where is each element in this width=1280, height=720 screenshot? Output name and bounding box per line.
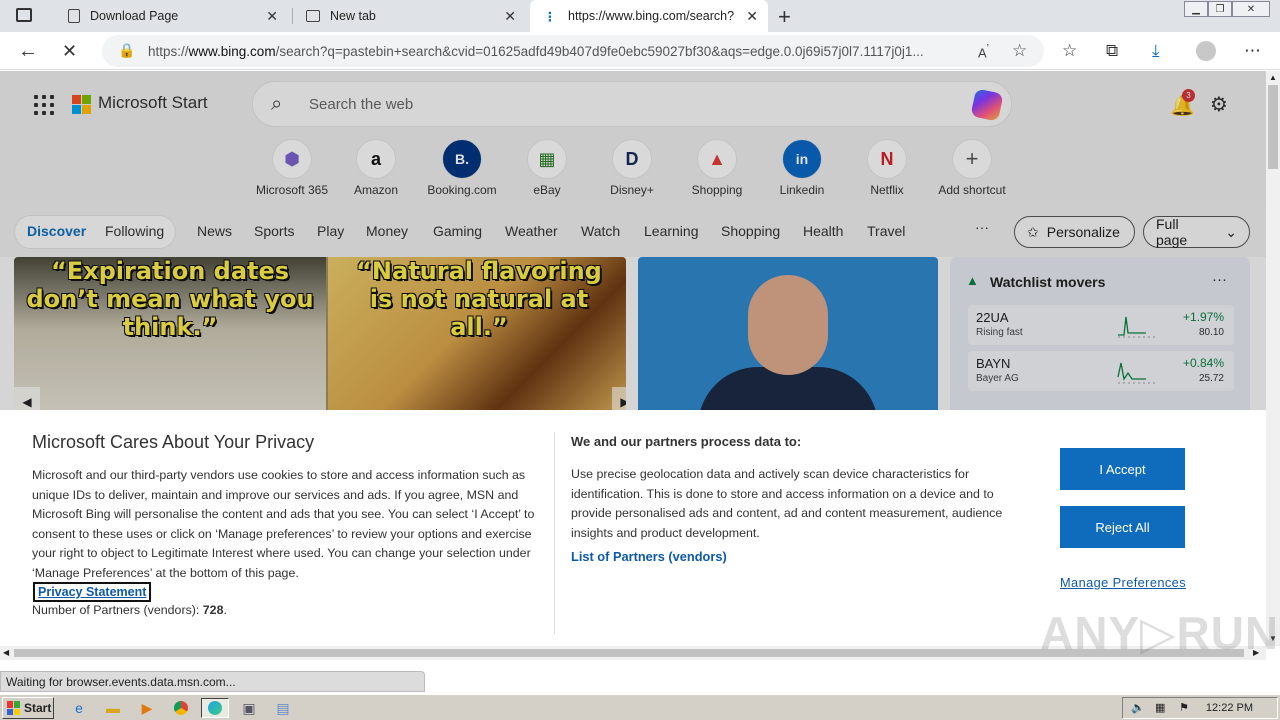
partners-list-link[interactable]: List of Partners (vendors) bbox=[571, 549, 727, 564]
accept-button[interactable]: I Accept bbox=[1060, 448, 1185, 490]
tab-new-tab[interactable]: New tab ✕ bbox=[294, 0, 526, 32]
consent-purpose-heading: We and our partners process data to: bbox=[571, 434, 802, 449]
partners-label: Number of Partners (vendors): bbox=[32, 603, 203, 617]
add-favorite-icon[interactable]: ☆ bbox=[1012, 41, 1027, 61]
partners-count: Number of Partners (vendors): 728. bbox=[32, 603, 227, 617]
toolbar: ← ✕ 🔒 https://www.bing.com/search?q=past… bbox=[0, 32, 1280, 70]
edge-icon[interactable] bbox=[201, 698, 229, 718]
media-player-icon[interactable]: ▶ bbox=[136, 698, 158, 718]
more-menu-icon[interactable]: ⋯ bbox=[1244, 41, 1261, 61]
tab-download-page[interactable]: Download Page ✕ bbox=[56, 0, 288, 32]
folder-icon[interactable]: ▬ bbox=[102, 698, 124, 718]
favorites-icon[interactable]: ☆ bbox=[1062, 41, 1077, 61]
profile-avatar[interactable] bbox=[1196, 41, 1216, 61]
tab-divider bbox=[292, 8, 293, 24]
notepad-icon[interactable]: ▤ bbox=[272, 698, 294, 718]
taskbar-clock: 12:22 PM bbox=[1205, 702, 1253, 714]
partners-period: . bbox=[223, 603, 227, 617]
chrome-icon[interactable] bbox=[170, 698, 192, 718]
restore-button[interactable]: ❐ bbox=[1208, 1, 1232, 17]
new-tab-button[interactable]: + bbox=[778, 4, 791, 30]
taskbar: Start e ▬ ▶ ▣ ▤ 🔈 ▦ ⚑ 12:22 PM bbox=[0, 694, 1280, 720]
start-button[interactable]: Start bbox=[2, 697, 54, 719]
close-icon[interactable]: ✕ bbox=[266, 8, 278, 25]
system-tray: 🔈 ▦ ⚑ 12:22 PM bbox=[1122, 697, 1278, 719]
close-icon[interactable]: ✕ bbox=[504, 8, 516, 25]
consent-body: Microsoft and our third-party vendors us… bbox=[32, 468, 535, 580]
tab-actions-icon[interactable] bbox=[16, 8, 32, 22]
start-label: Start bbox=[24, 701, 52, 715]
read-aloud-icon[interactable]: Aʼ bbox=[978, 43, 989, 60]
consent-divider bbox=[554, 432, 555, 634]
vertical-scroll-thumb[interactable] bbox=[1268, 85, 1278, 169]
internet-explorer-icon[interactable]: e bbox=[68, 698, 90, 718]
volume-icon[interactable]: 🔈 bbox=[1131, 701, 1145, 714]
watermark-logo: ANY▷RUN bbox=[1040, 607, 1280, 659]
reject-all-button[interactable]: Reject All bbox=[1060, 506, 1185, 548]
action-center-flag-icon[interactable]: ⚑ bbox=[1179, 701, 1189, 714]
close-window-button[interactable]: ✕ bbox=[1232, 1, 1270, 17]
address-bar[interactable]: 🔒 https://www.bing.com/search?q=pastebin… bbox=[102, 35, 1044, 67]
collections-icon[interactable]: ⧉ bbox=[1106, 41, 1118, 61]
lock-icon[interactable]: 🔒 bbox=[118, 42, 135, 59]
consent-purpose-body: Use precise geolocation data and activel… bbox=[571, 467, 1003, 540]
scroll-up-icon[interactable]: ▲ bbox=[1269, 73, 1277, 82]
newtab-page-icon bbox=[306, 10, 320, 22]
minimize-button[interactable]: ▁ bbox=[1184, 1, 1208, 17]
loading-icon: ⋮ bbox=[543, 9, 557, 24]
vertical-scrollbar[interactable]: ▲ ▼ bbox=[1266, 71, 1280, 646]
tab-bing-search[interactable]: ⋮ https://www.bing.com/search? ✕ bbox=[530, 0, 768, 32]
url-host: www.bing.com bbox=[188, 44, 276, 59]
stop-icon[interactable]: ✕ bbox=[62, 41, 77, 62]
manage-preferences-link[interactable]: Manage Preferences bbox=[1060, 575, 1186, 590]
status-bar: Waiting for browser.events.data.msn.com.… bbox=[0, 671, 425, 692]
windows-flag-icon bbox=[7, 701, 21, 715]
network-icon[interactable]: ▦ bbox=[1155, 701, 1165, 714]
scroll-left-icon[interactable]: ◀ bbox=[3, 648, 9, 657]
consent-title: Microsoft Cares About Your Privacy bbox=[32, 432, 315, 452]
network-tool-icon[interactable]: ▣ bbox=[238, 698, 260, 718]
url-text[interactable]: https://www.bing.com/search?q=pastebin+s… bbox=[148, 44, 978, 59]
tab-title: New tab bbox=[330, 9, 376, 23]
partners-number: 728 bbox=[202, 603, 224, 617]
close-icon[interactable]: ✕ bbox=[746, 8, 758, 25]
page-icon bbox=[68, 9, 80, 23]
back-arrow-icon[interactable]: ← bbox=[18, 40, 38, 63]
tab-strip: Download Page ✕ New tab ✕ ⋮ https://www.… bbox=[0, 0, 1280, 32]
url-scheme: https:// bbox=[148, 44, 189, 59]
privacy-statement-link[interactable]: Privacy Statement bbox=[33, 582, 152, 602]
downloads-icon[interactable]: ⤓ bbox=[1152, 41, 1160, 61]
tab-title: Download Page bbox=[90, 9, 179, 23]
url-path: /search?q=pastebin+search&cvid=01625adfd… bbox=[275, 44, 924, 59]
tab-title: https://www.bing.com/search? bbox=[568, 9, 735, 23]
